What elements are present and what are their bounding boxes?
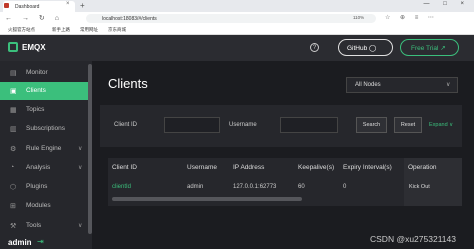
bookmarks-bar: 火狐官方站点 新手上路 常用网址 京东商城	[0, 25, 474, 35]
subscriptions-icon: ▥	[10, 126, 17, 133]
bookmark-item[interactable]: 新手上路	[52, 27, 70, 33]
plugins-icon: ⬡	[10, 184, 17, 191]
clients-icon: ▣	[10, 88, 17, 95]
topics-icon: ▦	[10, 107, 17, 114]
sidebar-item-label: Modules	[26, 202, 51, 209]
sidebar-item-rule-engine[interactable]: ⚙ Rule Engine ∨	[0, 140, 88, 158]
column-header-operation: Operation	[408, 164, 437, 171]
bookmark-item[interactable]: 京东商城	[108, 27, 126, 33]
url-input[interactable]: localhost:18083/#/clients	[86, 14, 376, 23]
browser-tab[interactable]: Dashboard	[3, 1, 75, 12]
tab-favicon-icon	[4, 3, 9, 8]
page-title: Clients	[108, 76, 148, 91]
sidebar-item-analysis[interactable]: ◔ Analysis ∨	[0, 159, 88, 177]
logout-icon[interactable]: ⇥	[37, 237, 44, 246]
bookmark-item[interactable]: 常用网址	[80, 27, 98, 33]
client-id-link[interactable]: clientId	[112, 184, 131, 190]
rule-engine-icon: ⚙	[10, 146, 17, 153]
sidebar-item-label: Monitor	[26, 69, 48, 76]
zoom-level[interactable]: 110%	[353, 15, 364, 20]
column-header-expiry: Expiry Interval(s)	[343, 164, 392, 171]
search-button[interactable]: Search	[356, 117, 387, 133]
chevron-down-icon: ∨	[78, 223, 83, 229]
username-filter-input[interactable]	[280, 117, 338, 133]
new-tab-button[interactable]: +	[80, 1, 85, 10]
browser-toolbar-icons[interactable]: ☆ ⊕ ≡ ⋯	[385, 14, 438, 21]
sidebar: ▤ Monitor ▣ Clients ▦ Topics ▥ Subscript…	[0, 61, 92, 249]
sidebar-item-label: Plugins	[26, 183, 48, 190]
browser-nav-icons[interactable]: ← → ↻ ⌂	[5, 14, 63, 22]
tools-icon: ⚒	[10, 223, 17, 230]
sidebar-item-label: Clients	[26, 87, 46, 94]
cell-ip: 127.0.0.1:62773	[233, 184, 277, 190]
table-horizontal-scrollbar[interactable]	[112, 197, 302, 201]
tab-title: Dashboard	[15, 4, 40, 10]
current-user: admin	[8, 238, 32, 247]
free-trial-button[interactable]: Free Trial ↗	[400, 39, 459, 56]
cell-username: admin	[187, 184, 204, 190]
expand-filter-link[interactable]: Expand ∨	[429, 122, 453, 128]
node-select[interactable]: All Nodes	[346, 77, 458, 93]
tab-close-icon[interactable]: ×	[66, 1, 70, 7]
watermark-text: CSDN @xu275321143	[370, 234, 456, 244]
modules-icon: ⊞	[10, 203, 16, 210]
sidebar-item-clients[interactable]: ▣ Clients	[0, 82, 88, 100]
sidebar-item-subscriptions[interactable]: ▥ Subscriptions	[0, 120, 88, 138]
column-header-username: Username	[187, 164, 217, 171]
sidebar-item-label: Tools	[26, 222, 42, 229]
cell-expiry: 0	[343, 184, 347, 190]
column-header-ip: IP Address	[233, 164, 265, 171]
sidebar-item-modules[interactable]: ⊞ Modules	[0, 197, 88, 215]
sidebar-item-tools[interactable]: ⚒ Tools ∨	[0, 217, 88, 235]
column-header-keepalive: Keepalive(s)	[298, 164, 335, 171]
github-button[interactable]: GitHub ◯	[338, 39, 393, 56]
help-icon[interactable]: ?	[310, 43, 319, 52]
clientid-filter-input[interactable]	[164, 117, 220, 133]
kick-out-button[interactable]: Kick Out	[406, 181, 436, 193]
reset-button[interactable]: Reset	[394, 117, 422, 133]
sidebar-item-monitor[interactable]: ▤ Monitor	[0, 64, 88, 82]
column-header-client-id: Client ID	[112, 164, 137, 171]
bookmark-item[interactable]: 火狐官方站点	[8, 27, 35, 33]
monitor-icon: ▤	[10, 70, 17, 77]
username-filter-label: Username	[229, 122, 257, 128]
sidebar-item-label: Rule Engine	[26, 145, 62, 152]
sidebar-item-topics[interactable]: ▦ Topics	[0, 101, 88, 119]
sidebar-item-label: Analysis	[26, 164, 51, 171]
chevron-down-icon: ∨	[78, 165, 83, 171]
sidebar-item-label: Topics	[26, 106, 45, 113]
chevron-down-icon: ∨	[446, 82, 451, 88]
chevron-down-icon: ∨	[78, 146, 83, 152]
emqx-logo-icon	[8, 42, 18, 52]
sidebar-item-label: Subscriptions	[26, 125, 66, 132]
cell-keepalive: 60	[298, 184, 305, 190]
sidebar-item-plugins[interactable]: ⬡ Plugins	[0, 178, 88, 196]
window-controls[interactable]: — □ ×	[424, 1, 470, 7]
analysis-icon: ◔	[10, 164, 15, 171]
clientid-filter-label: Client ID	[114, 122, 138, 128]
app-logo: EMQX	[22, 43, 46, 52]
